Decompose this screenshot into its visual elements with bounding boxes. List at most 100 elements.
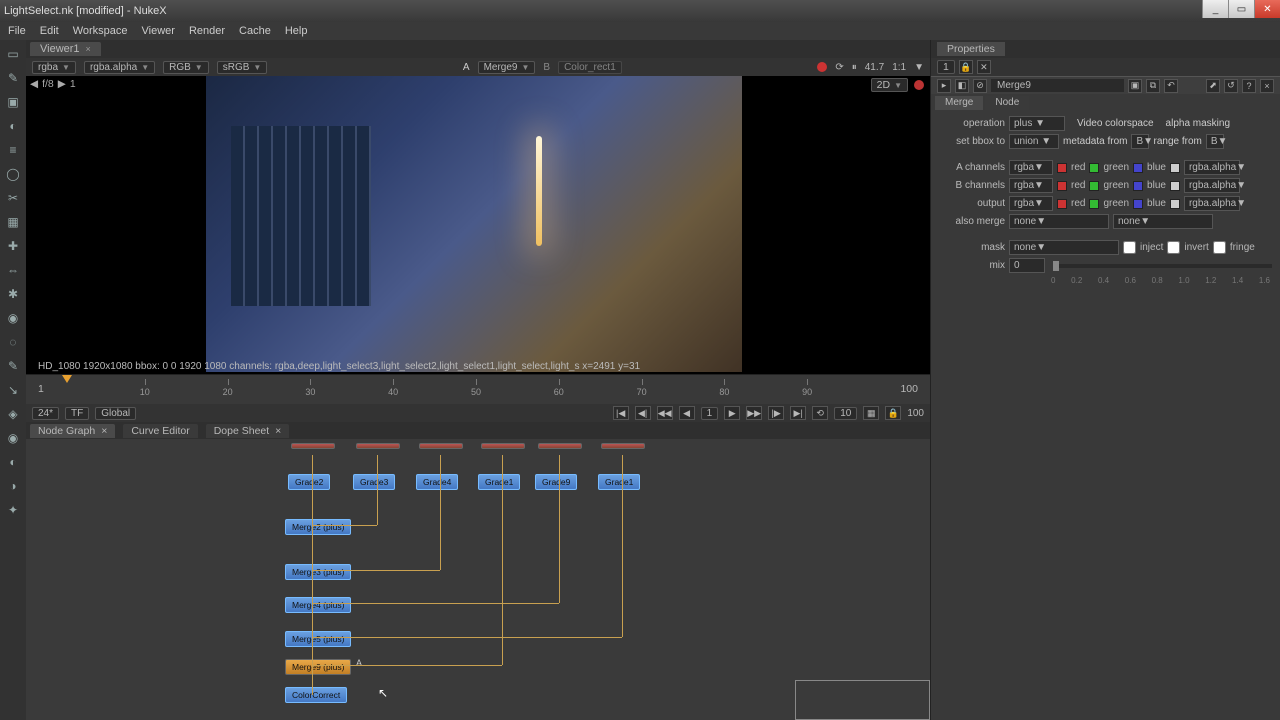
tool-14[interactable]: ↘ — [5, 382, 21, 398]
lock-icon[interactable]: 🔒 — [959, 60, 973, 74]
chevron-down-icon[interactable]: ▼ — [914, 62, 924, 73]
step-back-button[interactable]: ◀◀ — [657, 406, 673, 420]
menu-viewer[interactable]: Viewer — [142, 25, 175, 37]
merge-node-selected[interactable]: Merge9 (plus) — [285, 659, 351, 675]
subtab-merge[interactable]: Merge — [935, 96, 983, 110]
maximize-button[interactable]: ▭ — [1228, 0, 1254, 18]
read-node[interactable] — [291, 443, 335, 449]
tool-0[interactable]: ▭ — [5, 46, 21, 62]
also-merge-select2[interactable]: none▼ — [1113, 214, 1213, 229]
output-alpha-select[interactable]: rgba.alpha▼ — [1184, 196, 1240, 211]
tool-1[interactable]: ✎ — [5, 70, 21, 86]
next-key-button[interactable]: |▶ — [768, 406, 784, 420]
increment-field[interactable]: 10 — [834, 407, 857, 420]
tool-8[interactable]: ✚ — [5, 238, 21, 254]
frame-field[interactable]: 1 — [701, 407, 719, 420]
read-node[interactable] — [538, 443, 582, 449]
first-frame-button[interactable]: |◀ — [613, 406, 629, 420]
play-back-button[interactable]: ◀ — [679, 406, 695, 420]
tool-15[interactable]: ◈ — [5, 406, 21, 422]
lock-icon[interactable]: 🔒 — [885, 406, 901, 420]
merge-node[interactable]: Merge3 (plus) — [285, 564, 351, 580]
scope-select[interactable]: Global — [95, 407, 136, 420]
tool-10[interactable]: ✱ — [5, 286, 21, 302]
timeline[interactable]: 1 10 20 30 40 50 60 70 80 90 100 — [26, 374, 930, 404]
prev-key-button[interactable]: ◀| — [635, 406, 651, 420]
read-node[interactable] — [419, 443, 463, 449]
merge-node[interactable]: Merge2 (plus) — [285, 519, 351, 535]
operation-select[interactable]: plus ▼ — [1009, 116, 1065, 131]
tab-node-graph[interactable]: Node Graph× — [30, 424, 115, 438]
invert-checkbox[interactable] — [1167, 241, 1180, 254]
tool-18[interactable]: ◑ — [5, 478, 21, 494]
node-graph[interactable]: Grade2 Grade3 Grade4 Grade1 Grade9 Grade… — [26, 439, 930, 720]
tool-3[interactable]: ◐ — [5, 118, 21, 134]
menu-cache[interactable]: Cache — [239, 25, 271, 37]
alpha-swatch[interactable] — [1170, 199, 1180, 209]
menu-workspace[interactable]: Workspace — [73, 25, 128, 37]
cache-icon[interactable]: ▦ — [863, 406, 879, 420]
nav-one[interactable]: 1 — [70, 78, 76, 90]
red-swatch[interactable] — [1057, 163, 1067, 173]
b-channels-select[interactable]: rgba▼ — [1009, 178, 1053, 193]
inject-checkbox[interactable] — [1123, 241, 1136, 254]
tool-12[interactable]: ◌ — [5, 334, 21, 350]
close-icon[interactable]: × — [86, 44, 91, 54]
tool-5[interactable]: ◯ — [5, 166, 21, 182]
tool-7[interactable]: ▦ — [5, 214, 21, 230]
loop-button[interactable]: ⟲ — [812, 406, 828, 420]
tool-11[interactable]: ◉ — [5, 310, 21, 326]
blue-swatch[interactable] — [1133, 181, 1143, 191]
mix-slider[interactable] — [1053, 264, 1272, 268]
blue-swatch[interactable] — [1133, 163, 1143, 173]
read-node[interactable] — [481, 443, 525, 449]
grade-node[interactable]: Grade4 — [416, 474, 458, 490]
input-a-select[interactable]: Merge9▼ — [478, 61, 536, 74]
menu-render[interactable]: Render — [189, 25, 225, 37]
tab-curve-editor[interactable]: Curve Editor — [123, 424, 197, 438]
b-alpha-select[interactable]: rgba.alpha▼ — [1184, 178, 1240, 193]
step-fwd-button[interactable]: ▶▶ — [746, 406, 762, 420]
pause-icon[interactable]: ⏸ — [852, 62, 857, 73]
ratio-value[interactable]: 1:1 — [892, 62, 906, 73]
fps-select[interactable]: 24* — [32, 407, 59, 420]
color-icon[interactable]: ◧ — [955, 79, 969, 93]
tool-9[interactable]: ⇔ — [5, 262, 21, 278]
a-channels-select[interactable]: rgba▼ — [1009, 160, 1053, 175]
help-icon[interactable]: ? — [1242, 79, 1256, 93]
red-swatch[interactable] — [1057, 199, 1067, 209]
bbox-select[interactable]: union ▼ — [1009, 134, 1059, 149]
video-colorspace-link[interactable]: Video colorspace — [1077, 118, 1154, 129]
lut-select[interactable]: sRGB▼ — [217, 61, 268, 74]
green-swatch[interactable] — [1089, 163, 1099, 173]
grade-node[interactable]: Grade2 — [288, 474, 330, 490]
refresh-icon[interactable]: ⟳ — [835, 62, 843, 73]
tool-4[interactable]: ≡ — [5, 142, 21, 158]
expand-icon[interactable]: ▸ — [937, 79, 951, 93]
viewer-mode-select[interactable]: 2D▼ — [871, 78, 908, 92]
colorcorrect-node[interactable]: ColorCorrect — [285, 687, 347, 703]
tool-13[interactable]: ✎ — [5, 358, 21, 374]
green-swatch[interactable] — [1089, 181, 1099, 191]
mix-field[interactable]: 0 — [1009, 258, 1045, 273]
tf-select[interactable]: TF — [65, 407, 89, 420]
close-node-button[interactable]: × — [1260, 79, 1274, 93]
alpha-swatch[interactable] — [1170, 163, 1180, 173]
nav-back[interactable]: ◀ — [30, 78, 38, 90]
mask-select[interactable]: none▼ — [1009, 240, 1119, 255]
grade-node[interactable]: Grade3 — [353, 474, 395, 490]
merge-node[interactable]: Merge4 (plus) — [285, 597, 351, 613]
copy-icon[interactable]: ⧉ — [1146, 79, 1160, 93]
menu-help[interactable]: Help — [285, 25, 308, 37]
menu-edit[interactable]: Edit — [40, 25, 59, 37]
input-b-select[interactable]: Color_rect1 — [558, 61, 622, 74]
clear-icon[interactable]: ✕ — [977, 60, 991, 74]
green-swatch[interactable] — [1089, 199, 1099, 209]
fringe-checkbox[interactable] — [1213, 241, 1226, 254]
props-count[interactable]: 1 — [937, 60, 955, 74]
also-merge-select[interactable]: none▼ — [1009, 214, 1109, 229]
close-button[interactable]: ✕ — [1254, 0, 1280, 18]
last-frame-button[interactable]: ▶| — [790, 406, 806, 420]
merge-node[interactable]: Merge5 (plus) — [285, 631, 351, 647]
a-alpha-select[interactable]: rgba.alpha▼ — [1184, 160, 1240, 175]
